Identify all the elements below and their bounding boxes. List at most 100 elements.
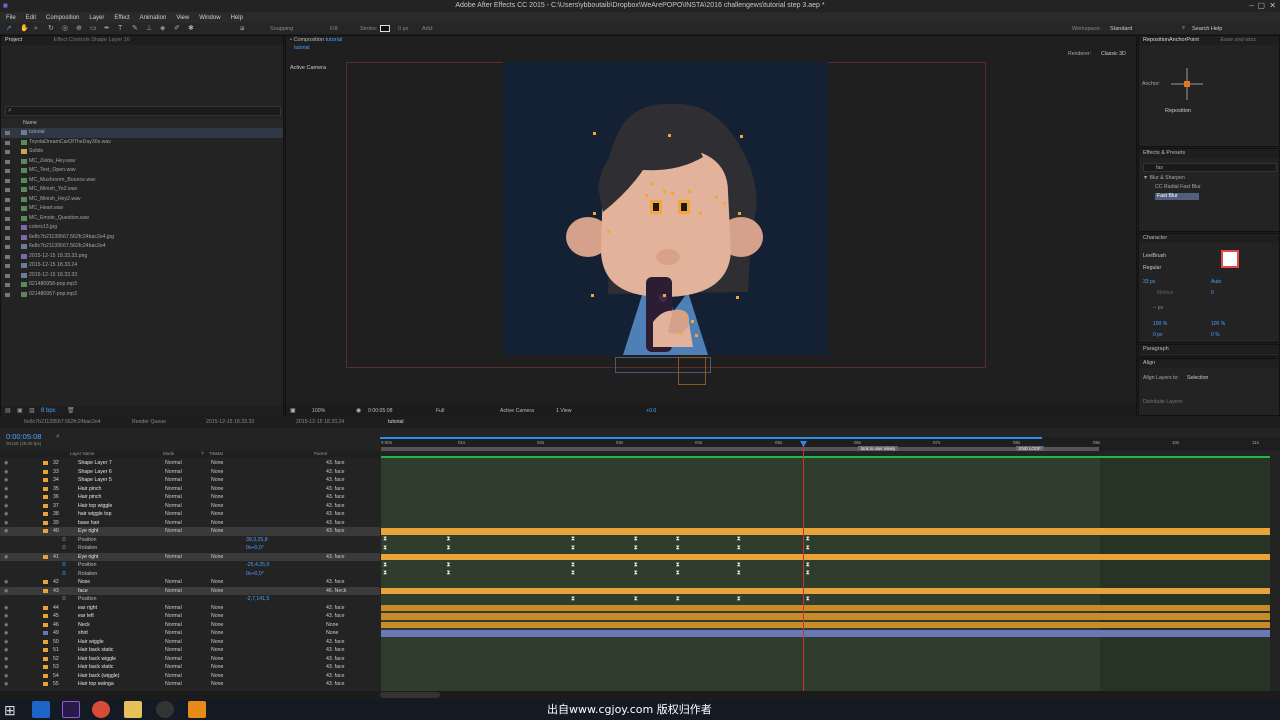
layer-duration-bar[interactable] (381, 613, 1270, 620)
keyframe[interactable]: ⧗ (736, 596, 741, 602)
steam-icon[interactable] (156, 701, 174, 718)
tab-comp-3[interactable]: 2015-12-15 18.33.24 (296, 417, 344, 428)
layer-name[interactable]: hair wiggle top (78, 510, 111, 519)
parent-select[interactable]: 43. face (326, 663, 344, 672)
effects-category[interactable]: ▼ Blur & Sharpen (1143, 175, 1185, 181)
effect-cc-radial-fast-blur[interactable]: CC Radial Fast Blur (1155, 184, 1201, 190)
keyframe[interactable]: ⧗ (383, 536, 388, 542)
parent-select[interactable]: 43. face (326, 459, 344, 468)
keyframe[interactable]: ⧗ (571, 596, 576, 602)
pan-behind-tool-icon[interactable]: ⊕ (76, 24, 82, 33)
layer-name[interactable]: Hair back static (78, 663, 113, 672)
chrome-icon[interactable] (92, 701, 110, 718)
layer-row[interactable]: ◉ 53 Hair back static Normal None 43. face (0, 663, 380, 672)
blend-mode-select[interactable]: Normal (165, 612, 182, 621)
workspace-select[interactable]: Standard (1110, 26, 1132, 32)
stroke-width-field[interactable]: -- px (1153, 305, 1163, 311)
tab-ease-wizz[interactable]: Ease and wizz (1220, 37, 1255, 43)
blend-mode-select[interactable]: Normal (165, 519, 182, 528)
layer-name[interactable]: base hair (78, 519, 99, 528)
visibility-eye-icon[interactable]: ◉ (4, 587, 9, 596)
parent-select[interactable]: 43. face (326, 485, 344, 494)
visibility-eye-icon[interactable]: ◉ (4, 510, 9, 519)
blend-mode-select[interactable]: Normal (165, 553, 182, 562)
font-style-select[interactable]: Regular (1143, 265, 1161, 271)
parent-select[interactable]: 43. face (326, 502, 344, 511)
rotate-tool-icon[interactable]: ↻ (48, 24, 54, 33)
parent-select[interactable]: 43. face (326, 519, 344, 528)
layer-name[interactable]: Neck (78, 621, 90, 630)
fill-color-swatch[interactable] (1221, 250, 1239, 268)
layer-row[interactable]: ◉ 39 base hair Normal None 43. face (0, 519, 380, 528)
layer-duration-bar[interactable] (381, 469, 1270, 476)
trash-icon[interactable]: 🗑 (67, 407, 75, 414)
parent-select[interactable]: 43. face (326, 493, 344, 502)
visibility-eye-icon[interactable]: ◉ (4, 553, 9, 562)
menu-effect[interactable]: Effect (114, 15, 129, 21)
parent-select[interactable]: 43. face (326, 672, 344, 681)
list-item[interactable]: colors13.jpg (1, 223, 283, 233)
menu-help[interactable]: Help (231, 15, 243, 21)
layer-row[interactable]: ◉ 36 Hair pinch Normal None 43. face (0, 493, 380, 502)
time-ruler[interactable]: 0:00s 01s 02s 03s 04s 05s 06s 07s 08s 09… (380, 437, 1280, 451)
layer-name[interactable]: ear right (78, 604, 97, 613)
brush-tool-icon[interactable]: ✎ (132, 24, 138, 33)
label-color[interactable] (43, 682, 48, 686)
trackmatte-select[interactable]: None (211, 680, 223, 689)
property-value[interactable]: -25,4,25,0 (246, 561, 269, 570)
keyframe[interactable]: ⧗ (633, 570, 638, 576)
layer-duration-bar[interactable] (381, 494, 1270, 501)
property-row[interactable]: ⏱ Rotation 0x+0,0° (0, 544, 380, 553)
blend-mode-select[interactable]: Normal (165, 680, 182, 689)
keyframe[interactable]: ⧗ (633, 536, 638, 542)
search-icon[interactable]: ⌕ (56, 433, 60, 441)
interpret-footage-icon[interactable]: ▤ (5, 407, 11, 414)
camera-view-select[interactable]: Active Camera (500, 408, 534, 414)
trackmatte-select[interactable]: None (211, 459, 223, 468)
visibility-eye-icon[interactable]: ◉ (4, 655, 9, 664)
trackmatte-select[interactable]: None (211, 604, 223, 613)
keyframe[interactable]: ⧗ (736, 545, 741, 551)
tracking[interactable]: 0 (1211, 290, 1214, 296)
keyframe[interactable]: ⧗ (633, 596, 638, 602)
layer-name[interactable]: Hair top swinga (78, 680, 114, 689)
trackmatte-select[interactable]: None (211, 672, 223, 681)
layer-duration-bar[interactable] (381, 604, 1270, 611)
trackmatte-select[interactable]: None (211, 629, 223, 638)
label-color[interactable] (43, 614, 48, 618)
tab-comp-1[interactable]: 6e8c7b21139567.562fc24bac2e4 (24, 417, 101, 428)
keyframe[interactable]: ⧗ (805, 545, 810, 551)
keyframe[interactable]: ⧗ (805, 596, 810, 602)
tab-project[interactable]: Project (5, 37, 22, 43)
layer-row[interactable]: ◉ 37 Hair top wiggle Normal None 43. face (0, 502, 380, 511)
visibility-eye-icon[interactable]: ◉ (4, 459, 9, 468)
label-color[interactable] (43, 469, 48, 474)
trackmatte-select[interactable]: None (211, 527, 223, 536)
visibility-eye-icon[interactable]: ◉ (4, 680, 9, 689)
camera-tool-icon[interactable]: ◎ (62, 24, 68, 33)
blend-mode-select[interactable]: Normal (165, 604, 182, 613)
layer-duration-bar[interactable] (381, 460, 1270, 467)
stopwatch-icon[interactable]: ⏱ (62, 570, 66, 579)
layer-row[interactable]: ◉ 40 Eye right Normal None 43. face (0, 527, 380, 536)
property-value[interactable]: 0x+0,0° (246, 544, 264, 553)
list-item[interactable]: 6e8c7b21139567.562fc24bac2e4 (1, 242, 283, 252)
layer-name[interactable]: Hair back (wiggle) (78, 672, 120, 681)
trackmatte-select[interactable]: None (211, 468, 223, 477)
views-select[interactable]: 1 View (556, 408, 571, 414)
layer-duration-bar[interactable] (381, 587, 1270, 594)
work-area-bar[interactable] (380, 437, 1042, 439)
tab-comp-2[interactable]: 2015-12-15 18.33.33 (206, 417, 254, 428)
blend-mode-select[interactable]: Normal (165, 621, 182, 630)
align-to-select[interactable]: Selection (1187, 375, 1208, 381)
maximize-icon[interactable]: ▢ (1257, 0, 1265, 12)
layer-name[interactable]: Hair wiggle (78, 638, 104, 647)
trackmatte-select[interactable]: None (211, 553, 223, 562)
type-tool-icon[interactable]: T (118, 24, 122, 33)
project-column-header[interactable]: Name (1, 119, 283, 128)
effect-fast-blur[interactable]: Fast Blur (1155, 193, 1199, 200)
property-row[interactable]: ⏱ Rotation 0x+0,0° (0, 570, 380, 579)
layer-duration-bar[interactable] (381, 553, 1270, 560)
search-icon[interactable]: ⌕ (1182, 25, 1185, 32)
keyframe[interactable]: ⧗ (633, 562, 638, 568)
